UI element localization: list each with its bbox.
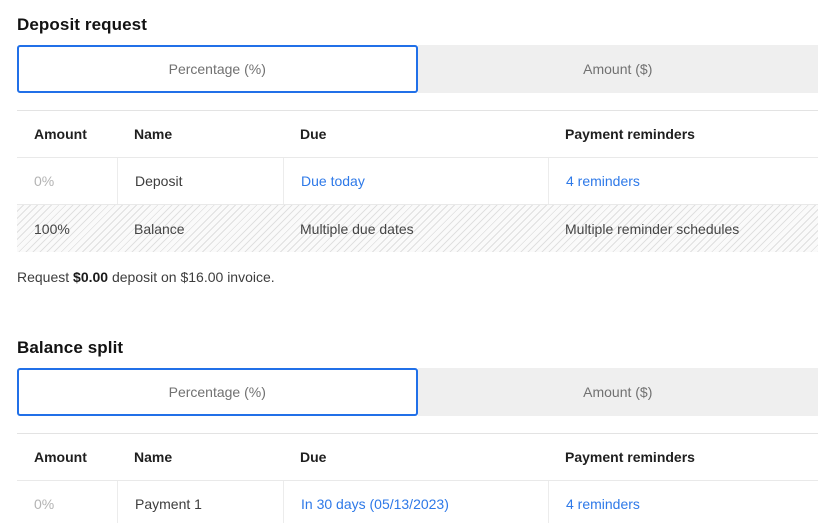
table-header-row: Amount Name Due Payment reminders	[17, 111, 818, 158]
deposit-summary-suffix: deposit on $16.00 invoice.	[108, 269, 275, 285]
deposit-amount-type-toggle: Percentage (%) Amount ($)	[17, 45, 818, 93]
column-header-payment-reminders: Payment reminders	[548, 111, 818, 157]
reminders-cell: 4 reminders	[548, 481, 818, 523]
column-header-due: Due	[283, 111, 548, 157]
amount-cell: 100%	[17, 205, 117, 252]
due-cell: In 30 days (05/13/2023)	[283, 481, 548, 523]
name-cell: Balance	[117, 205, 283, 252]
payment1-due-link[interactable]: In 30 days (05/13/2023)	[301, 496, 449, 512]
deposit-summary-prefix: Request	[17, 269, 73, 285]
name-cell[interactable]: Deposit	[117, 158, 283, 204]
due-cell: Multiple due dates	[283, 205, 548, 252]
column-header-payment-reminders: Payment reminders	[548, 434, 818, 480]
reminders-cell: 4 reminders	[548, 158, 818, 204]
column-header-amount: Amount	[17, 111, 117, 157]
balance-split-section: Balance split Percentage (%) Amount ($) …	[17, 338, 818, 523]
amount-cell[interactable]: 0%	[17, 158, 117, 204]
balance-amount-type-toggle: Percentage (%) Amount ($)	[17, 368, 818, 416]
table-header-row: Amount Name Due Payment reminders	[17, 434, 818, 481]
table-row-deposit: 0% Deposit Due today 4 reminders	[17, 158, 818, 205]
deposit-settings-panel: Deposit request Percentage (%) Amount ($…	[0, 0, 830, 523]
column-header-amount: Amount	[17, 434, 117, 480]
deposit-summary-text: Request $0.00 deposit on $16.00 invoice.	[17, 269, 818, 286]
deposit-reminders-link[interactable]: 4 reminders	[566, 173, 640, 189]
tab-amount[interactable]: Amount ($)	[418, 368, 819, 416]
payment1-reminders-link[interactable]: 4 reminders	[566, 496, 640, 512]
column-header-name: Name	[117, 111, 283, 157]
deposit-table: Amount Name Due Payment reminders 0% Dep…	[17, 110, 818, 252]
column-header-due: Due	[283, 434, 548, 480]
reminders-cell: Multiple reminder schedules	[548, 205, 818, 252]
tab-amount[interactable]: Amount ($)	[418, 45, 819, 93]
table-row-payment-1: 0% Payment 1 In 30 days (05/13/2023) 4 r…	[17, 481, 818, 523]
balance-split-title: Balance split	[17, 338, 818, 358]
deposit-request-title: Deposit request	[17, 15, 818, 35]
balance-split-table: Amount Name Due Payment reminders 0% Pay…	[17, 433, 818, 523]
deposit-request-section: Deposit request Percentage (%) Amount ($…	[17, 15, 818, 286]
column-header-name: Name	[117, 434, 283, 480]
deposit-summary-amount: $0.00	[73, 269, 108, 285]
table-row-balance: 100% Balance Multiple due dates Multiple…	[17, 205, 818, 252]
due-cell: Due today	[283, 158, 548, 204]
tab-percentage[interactable]: Percentage (%)	[17, 45, 418, 93]
name-cell[interactable]: Payment 1	[117, 481, 283, 523]
tab-percentage[interactable]: Percentage (%)	[17, 368, 418, 416]
amount-cell[interactable]: 0%	[17, 481, 117, 523]
due-today-link[interactable]: Due today	[301, 173, 365, 189]
